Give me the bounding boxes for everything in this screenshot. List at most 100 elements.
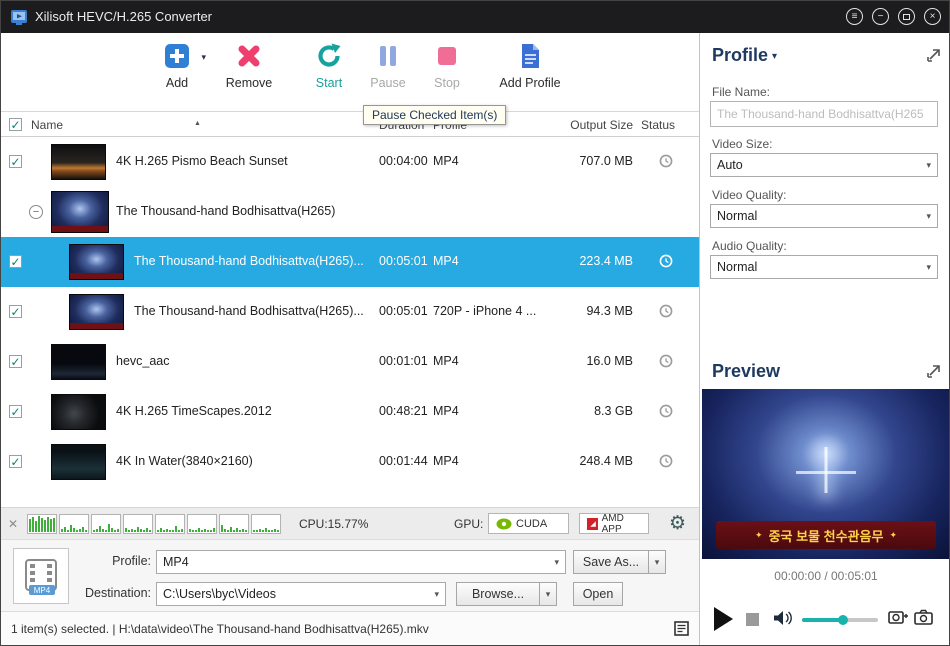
check-icon: ✓ (10, 306, 20, 318)
profile-select[interactable]: MP4 ▾ (156, 550, 566, 574)
row-profile: 720P - iPhone 4 ... (433, 304, 536, 318)
table-row[interactable]: ✓ The Thousand-hand Bodhisattva(H265)...… (1, 287, 699, 337)
row-size: 94.3 MB (541, 304, 633, 318)
status-clock-icon (659, 354, 673, 371)
column-name[interactable]: Name (31, 118, 63, 132)
row-profile: MP4 (433, 454, 459, 468)
profile-section-title[interactable]: Profile▾ (712, 45, 777, 66)
row-profile: MP4 (433, 354, 459, 368)
volume-icon[interactable] (772, 609, 794, 630)
check-icon: ✓ (10, 406, 20, 418)
volume-slider[interactable] (802, 618, 878, 622)
close-monitor-icon[interactable]: ✕ (8, 517, 18, 531)
table-row[interactable]: ✓ hevc_aac 00:01:01 MP4 16.0 MB (1, 337, 699, 387)
row-duration: 00:05:01 (379, 254, 428, 268)
toolbar: ▾ Add Remove Start Pause (1, 33, 699, 111)
table-row-selected[interactable]: ✓ The Thousand-hand Bodhisattva(H265)...… (1, 237, 699, 287)
browse-dropdown-button[interactable]: ▾ (539, 582, 557, 606)
row-checkbox[interactable]: ✓ (9, 355, 22, 368)
remove-icon (217, 41, 281, 73)
amd-icon (587, 518, 598, 530)
cpu-usage-label: CPU:15.77% (299, 517, 368, 531)
minimize-button[interactable]: − (872, 8, 889, 25)
video-size-select[interactable]: Auto ▾ (710, 153, 938, 177)
row-checkbox[interactable]: ✓ (9, 255, 22, 268)
maximize-icon (903, 14, 910, 20)
menu-button[interactable]: ≡ (846, 8, 863, 25)
row-size: 248.4 MB (541, 454, 633, 468)
profile-format-icon: MP4 (13, 548, 69, 604)
table-row-group[interactable]: − The Thousand-hand Bodhisattva(H265) (1, 187, 699, 237)
app-window: Xilisoft HEVC/H.265 Converter ≡ − × ▾ Ad… (0, 0, 950, 646)
table-row[interactable]: ✓ 4K H.265 TimeScapes.2012 00:48:21 MP4 … (1, 387, 699, 437)
gear-icon[interactable]: ⚙ (669, 512, 686, 535)
app-logo-icon (10, 8, 28, 26)
play-button[interactable] (714, 607, 733, 631)
row-profile: MP4 (433, 254, 459, 268)
remove-button[interactable]: Remove (217, 41, 281, 90)
status-clock-icon (659, 404, 673, 421)
conversion-report-icon[interactable] (673, 620, 691, 641)
video-quality-select[interactable]: Normal ▾ (710, 204, 938, 228)
row-checkbox[interactable]: ✓ (9, 455, 22, 468)
column-status[interactable]: Status (641, 118, 675, 132)
check-icon: ✓ (10, 356, 20, 368)
destination-select[interactable]: C:\Users\byc\Videos ▾ (156, 582, 446, 606)
table-row[interactable]: ✓ 4K H.265 Pismo Beach Sunset 00:04:00 M… (1, 137, 699, 187)
close-button[interactable]: × (924, 8, 941, 25)
row-name: The Thousand-hand Bodhisattva(H265)... (134, 304, 364, 318)
stop-icon (415, 41, 479, 73)
file-list: ✓ 4K H.265 Pismo Beach Sunset 00:04:00 M… (1, 137, 699, 507)
preview-section-title[interactable]: Preview (712, 361, 780, 382)
camera-snapshot-icon[interactable] (914, 608, 934, 629)
preview-video: ✦ 중국 보물 천수관음무 ✦ (702, 389, 950, 559)
chevron-down-icon: ▾ (554, 557, 559, 568)
pause-button[interactable]: Pause (356, 41, 420, 90)
menu-icon: ≡ (852, 12, 858, 22)
audio-quality-select[interactable]: Normal ▾ (710, 255, 938, 279)
save-as-dropdown-button[interactable]: ▾ (648, 550, 666, 574)
nvidia-icon (496, 518, 512, 530)
select-all-checkbox[interactable]: ✓ (9, 118, 22, 131)
row-name: The Thousand-hand Bodhisattva(H265)... (134, 254, 364, 268)
open-button[interactable]: Open (573, 582, 623, 606)
cuda-badge[interactable]: CUDA (488, 513, 569, 534)
add-profile-icon (491, 41, 569, 73)
window-title: Xilisoft HEVC/H.265 Converter (35, 9, 212, 24)
check-icon: ✓ (10, 119, 20, 131)
add-icon: ▾ (145, 41, 209, 73)
row-checkbox[interactable]: ✓ (9, 405, 22, 418)
save-as-button[interactable]: Save As... (573, 550, 649, 574)
expand-preview-icon[interactable] (926, 364, 941, 382)
row-duration: 00:01:01 (379, 354, 428, 368)
title-bar: Xilisoft HEVC/H.265 Converter ≡ − × (1, 1, 950, 33)
performance-bar: ✕ CPU:15.77% GPU: CUDA AMD APP ⚙ (1, 507, 699, 539)
snapshot-film-icon[interactable] (888, 608, 908, 629)
stop-playback-button[interactable] (746, 613, 759, 626)
video-thumbnail (51, 444, 106, 480)
collapse-icon[interactable]: − (29, 205, 43, 219)
video-quality-label: Video Quality: (712, 188, 787, 202)
output-settings: MP4 Profile: MP4 ▾ Save As... ▾ Destinat… (1, 539, 699, 611)
browse-button[interactable]: Browse... (456, 582, 540, 606)
status-clock-icon (659, 154, 673, 171)
file-name-input[interactable]: The Thousand-hand Bodhisattva(H265 (710, 101, 938, 127)
amd-app-badge[interactable]: AMD APP (579, 513, 649, 534)
add-profile-button[interactable]: Add Profile (491, 41, 569, 90)
volume-slider-handle[interactable] (838, 615, 848, 625)
table-row[interactable]: ✓ 4K In Water(3840×2160) 00:01:44 MP4 24… (1, 437, 699, 487)
video-thumbnail (51, 144, 106, 180)
subtitle-banner: ✦ 중국 보물 천수관음무 ✦ (716, 521, 936, 549)
video-thumbnail (69, 294, 124, 330)
row-checkbox[interactable]: ✓ (9, 155, 22, 168)
add-dropdown-icon[interactable]: ▾ (201, 52, 206, 63)
expand-profile-icon[interactable] (926, 48, 941, 66)
stop-button[interactable]: Stop (415, 41, 479, 90)
row-checkbox[interactable]: ✓ (9, 305, 22, 318)
check-icon: ✓ (10, 156, 20, 168)
add-button[interactable]: ▾ Add (145, 41, 209, 90)
maximize-button[interactable] (898, 8, 915, 25)
cpu-usage-graph (27, 514, 281, 534)
start-button[interactable]: Start (297, 41, 361, 90)
column-output-size[interactable]: Output Size (541, 118, 633, 132)
